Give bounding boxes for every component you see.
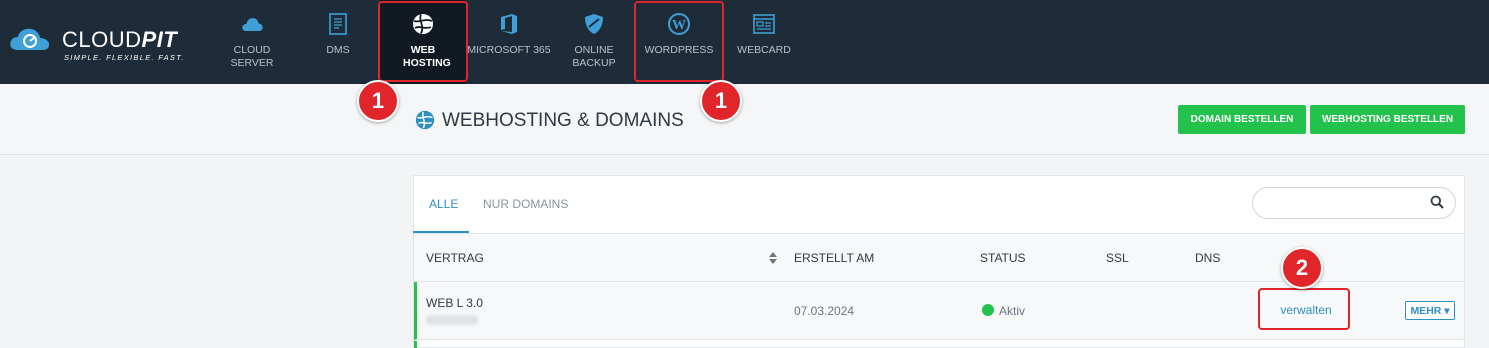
brand-name: CLOUDPIT <box>62 27 178 52</box>
office-icon <box>501 14 517 34</box>
highlight-box-web-hosting <box>378 1 468 82</box>
tab-domains-only[interactable]: NUR DOMAINS <box>483 197 568 211</box>
nav-item-dms[interactable]: DMS <box>300 0 376 84</box>
more-label: MEHR <box>1410 304 1442 317</box>
shield-icon <box>585 14 603 34</box>
nav-label: ONLINE BACKUP <box>572 44 616 69</box>
highlight-box-manage <box>1258 288 1350 330</box>
search-icon[interactable] <box>1430 195 1444 209</box>
webcard-icon <box>753 14 775 34</box>
annotation-badge-1-wordpress: 1 <box>700 80 742 122</box>
nav-item-online-backup[interactable]: ONLINE BACKUP <box>556 0 632 84</box>
nav-label: DMS <box>326 44 350 56</box>
annotation-badge-1-web-hosting: 1 <box>357 80 399 122</box>
column-header-dns: DNS <box>1195 251 1221 265</box>
created-date: 07.03.2024 <box>794 304 855 318</box>
document-icon <box>329 13 347 35</box>
caret-down-icon: ▾ <box>1444 304 1450 317</box>
column-header-created[interactable]: ERSTELLT AM <box>794 251 874 265</box>
next-row-indicator <box>414 341 417 348</box>
column-header-status: STATUS <box>980 251 1026 265</box>
cloudpit-logo[interactable]: CLOUDPIT SIMPLE. FLEXIBLE. FAST. <box>8 24 188 64</box>
tab-all[interactable]: ALLE <box>429 197 458 211</box>
cloud-logo-icon <box>10 28 50 50</box>
nav-label: WEBCARD <box>737 44 791 56</box>
column-header-ssl: SSL <box>1106 251 1129 265</box>
order-webhosting-button[interactable]: WEBHOSTING BESTELLEN <box>1310 105 1465 134</box>
search-input[interactable] <box>1252 187 1456 219</box>
column-header-contract[interactable]: VERTRAG <box>426 251 484 265</box>
order-domain-button[interactable]: DOMAIN BESTELLEN <box>1178 105 1306 134</box>
annotation-badge-2-manage: 2 <box>1281 247 1323 289</box>
nav-label: CLOUD SERVER <box>230 44 274 69</box>
nav-item-microsoft-365[interactable]: MICROSOFT 365 <box>466 0 552 84</box>
nav-item-webcard[interactable]: WEBCARD <box>726 0 802 84</box>
contract-name: WEB L 3.0 <box>426 296 483 310</box>
nav-item-cloud-server[interactable]: CLOUD SERVER <box>212 0 292 84</box>
status-active-dot <box>982 304 994 316</box>
highlight-box-wordpress <box>634 1 724 82</box>
sort-icon[interactable] <box>768 251 778 265</box>
redacted-domain <box>426 315 478 325</box>
status-text: Aktiv <box>999 304 1026 318</box>
top-navigation-bar: CLOUDPIT SIMPLE. FLEXIBLE. FAST. CLOUD S… <box>0 0 1489 84</box>
page-title: WEBHOSTING & DOMAINS <box>442 110 684 131</box>
brand-tagline: SIMPLE. FLEXIBLE. FAST. <box>64 53 185 62</box>
more-dropdown-button[interactable]: MEHR ▾ <box>1405 301 1455 320</box>
cloud-icon <box>242 18 263 31</box>
globe-icon <box>415 110 435 130</box>
nav-label: MICROSOFT 365 <box>467 44 551 56</box>
